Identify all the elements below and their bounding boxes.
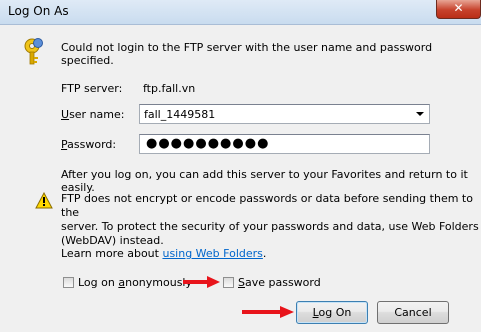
save-password-label-rest: ave password xyxy=(244,276,321,289)
username-mnemonic: U xyxy=(61,108,70,121)
username-label-text: ser name: xyxy=(69,108,125,121)
password-label-text: assword: xyxy=(67,138,117,151)
warning-icon xyxy=(35,192,53,209)
save-password-mnemonic: S xyxy=(238,276,245,289)
close-icon: ✕ xyxy=(453,1,464,15)
learn-more-suffix: . xyxy=(262,247,267,260)
save-password-checkbox[interactable] xyxy=(223,277,234,288)
learn-more-prefix: Learn more about xyxy=(61,247,163,260)
ftp-server-label: FTP server: xyxy=(61,82,123,95)
warning-line-2: server. To protect the security of your … xyxy=(61,220,479,233)
username-combobox[interactable]: fall_1449581 xyxy=(139,104,430,124)
red-arrow-icon xyxy=(242,306,294,318)
username-label: User name: xyxy=(61,108,124,121)
keys-icon xyxy=(24,38,43,65)
favorites-info: After you log on, you can add this serve… xyxy=(61,168,468,194)
window-title: Log On As xyxy=(8,4,69,18)
web-folders-link[interactable]: using Web Folders xyxy=(162,247,262,260)
error-message: Could not login to the FTP server with t… xyxy=(61,41,433,67)
cancel-button[interactable]: Cancel xyxy=(377,301,449,324)
password-label: Password: xyxy=(61,138,116,151)
close-button[interactable]: ✕ xyxy=(436,0,481,19)
learn-more-text: Learn more about using Web Folders. xyxy=(61,247,266,260)
red-arrow-icon xyxy=(183,276,220,288)
title-bar: Log On As ✕ xyxy=(0,0,481,25)
warning-line-1: FTP does not encrypt or encode passwords… xyxy=(61,192,473,219)
save-password-label[interactable]: Save password xyxy=(238,276,321,289)
anonymous-label[interactable]: Log on anonymously xyxy=(78,276,192,289)
security-warning: FTP does not encrypt or encode passwords… xyxy=(61,192,481,248)
anonymous-label-prefix: Log on xyxy=(78,276,119,289)
ftp-server-value: ftp.fall.vn xyxy=(143,82,196,95)
dropdown-arrow-icon[interactable] xyxy=(413,107,427,121)
log-on-label: og On xyxy=(318,306,352,319)
warning-line-3: (WebDAV) instead. xyxy=(61,234,164,247)
username-value: fall_1449581 xyxy=(144,108,216,121)
dialog-body: Could not login to the FTP server with t… xyxy=(0,25,481,332)
anonymous-checkbox[interactable] xyxy=(63,277,74,288)
password-field[interactable]: ●●●●●●●●●● xyxy=(139,134,430,154)
log-on-button[interactable]: Log On xyxy=(296,301,368,324)
password-masked-value: ●●●●●●●●●● xyxy=(146,136,270,151)
